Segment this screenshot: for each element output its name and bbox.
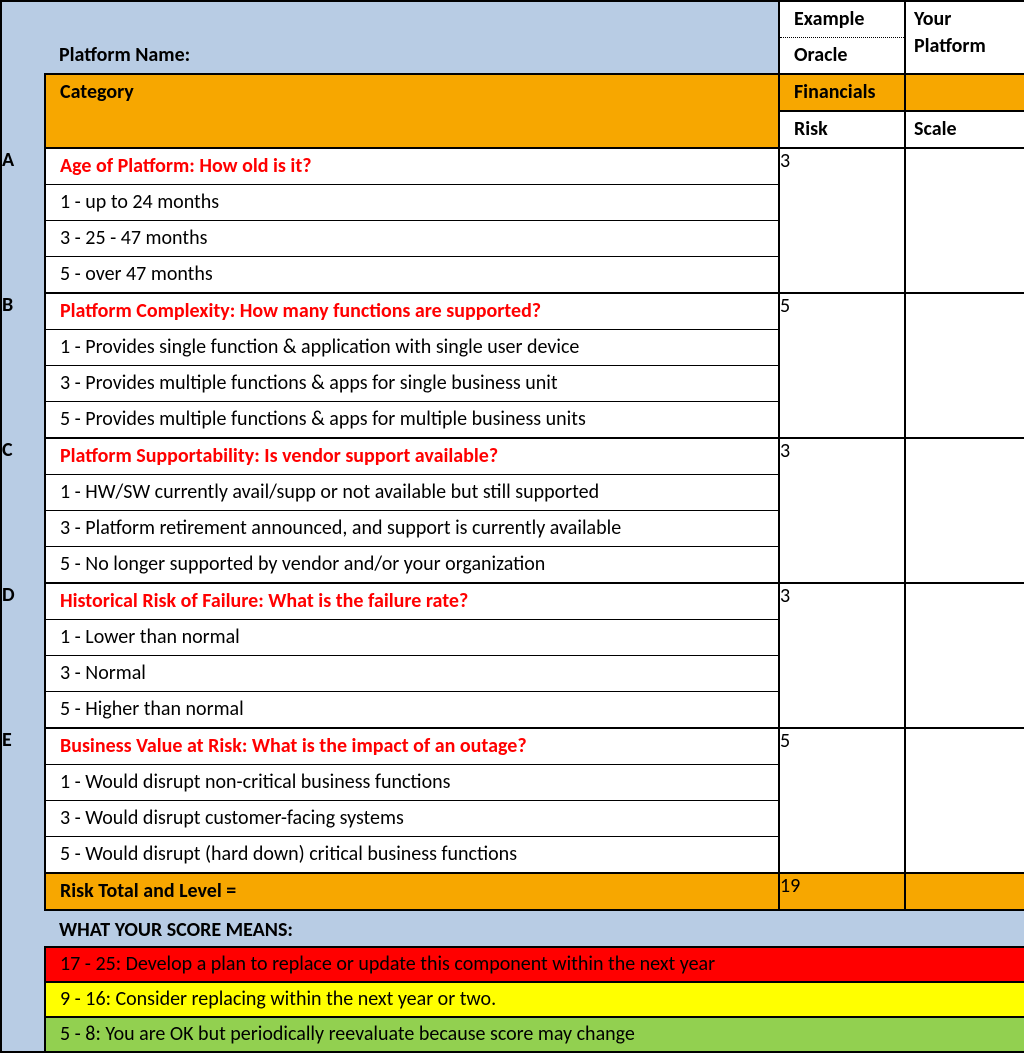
group-title: Historical Risk of Failure: What is the … bbox=[46, 584, 778, 619]
option-text: 5 - Would disrupt (hard down) critical b… bbox=[46, 837, 778, 872]
scale-input[interactable] bbox=[905, 728, 1024, 873]
option-text: 1 - Lower than normal bbox=[46, 620, 778, 655]
option-text: 3 - 25 - 47 months bbox=[46, 221, 778, 256]
risk-value: 5 bbox=[779, 728, 905, 873]
scale-input[interactable] bbox=[905, 293, 1024, 438]
risk-value: 5 bbox=[779, 293, 905, 438]
group-letter: C bbox=[1, 438, 45, 475]
risk-value: 3 bbox=[779, 148, 905, 293]
option-text: 1 - up to 24 months bbox=[46, 185, 778, 220]
oracle-label: Oracle bbox=[780, 38, 904, 73]
scale-total[interactable] bbox=[905, 873, 1024, 910]
risk-value: 3 bbox=[779, 583, 905, 728]
score-range-yellow: 9 - 16: Consider replacing within the ne… bbox=[46, 983, 1024, 1016]
score-meaning-heading: WHAT YOUR SCORE MEANS: bbox=[45, 911, 1024, 946]
group-letter: A bbox=[1, 148, 45, 185]
score-range-green: 5 - 8: You are OK but periodically reeva… bbox=[46, 1018, 1024, 1051]
option-text: 3 - Would disrupt customer-facing system… bbox=[46, 801, 778, 836]
platform-name-label: Platform Name: bbox=[45, 38, 778, 73]
group-letter: B bbox=[1, 293, 45, 330]
option-text: 1 - Provides single function & applicati… bbox=[46, 330, 778, 365]
risk-total-value: 19 bbox=[779, 873, 905, 910]
risk-value: 3 bbox=[779, 438, 905, 583]
group-title: Age of Platform: How old is it? bbox=[46, 149, 778, 184]
group-title: Platform Supportability: Is vendor suppo… bbox=[46, 439, 778, 474]
scale-input[interactable] bbox=[905, 583, 1024, 728]
group-title: Platform Complexity: How many functions … bbox=[46, 294, 778, 329]
score-range-red: 17 - 25: Develop a plan to replace or up… bbox=[46, 948, 1024, 981]
group-letter: D bbox=[1, 583, 45, 620]
option-text: 5 - Higher than normal bbox=[46, 692, 778, 727]
option-text: 5 - over 47 months bbox=[46, 257, 778, 292]
risk-column-header: Risk bbox=[780, 112, 904, 147]
your-platform-label: Your Platform bbox=[906, 2, 1024, 64]
option-text: 3 - Platform retirement announced, and s… bbox=[46, 511, 778, 546]
group-title: Business Value at Risk: What is the impa… bbox=[46, 729, 778, 764]
example-label: Example bbox=[780, 2, 904, 37]
risk-assessment-table: Example Your Platform Platform Name: Ora… bbox=[0, 0, 1024, 1053]
scale-input[interactable] bbox=[905, 438, 1024, 583]
risk-total-label: Risk Total and Level = bbox=[46, 874, 778, 909]
option-text: 1 - HW/SW currently avail/supp or not av… bbox=[46, 475, 778, 510]
option-text: 3 - Normal bbox=[46, 656, 778, 691]
category-label: Category bbox=[46, 75, 778, 110]
group-letter: E bbox=[1, 728, 45, 765]
scale-column-header: Scale bbox=[906, 112, 1024, 147]
option-text: 3 - Provides multiple functions & apps f… bbox=[46, 366, 778, 401]
option-text: 1 - Would disrupt non-critical business … bbox=[46, 765, 778, 800]
financials-label: Financials bbox=[780, 75, 904, 110]
your-platform-category[interactable] bbox=[906, 75, 1024, 83]
option-text: 5 - No longer supported by vendor and/or… bbox=[46, 547, 778, 582]
scale-input[interactable] bbox=[905, 148, 1024, 293]
option-text: 5 - Provides multiple functions & apps f… bbox=[46, 402, 778, 437]
